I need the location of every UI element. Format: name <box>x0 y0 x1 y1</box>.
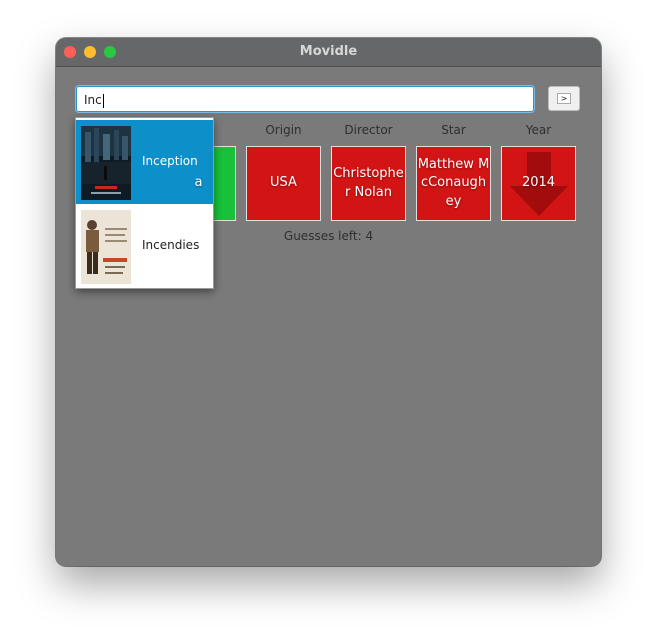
suggestion-title: Incendies <box>142 238 200 252</box>
tile-value: USA <box>270 175 297 191</box>
guess-tile-origin: USA <box>246 146 321 221</box>
tile-value: 2014 <box>521 175 556 191</box>
tile-value: a <box>194 175 203 191</box>
suggestion-title: Inception <box>142 154 198 168</box>
column-header-origin: Origin <box>265 123 302 137</box>
submit-guess-label: > <box>557 93 571 104</box>
column-header-star: Star <box>441 123 466 137</box>
submit-guess-button[interactable]: > <box>548 86 580 111</box>
suggestion-dropdown: Inception Incendies <box>75 117 214 289</box>
guess-tile-year: 2014 <box>501 146 576 221</box>
inception-poster-image <box>81 126 131 200</box>
guess-tile-star: Matthew McConaughey <box>416 146 491 221</box>
text-caret <box>102 93 104 108</box>
search-input-value: Inc <box>84 93 102 107</box>
suggestion-item-incendies[interactable]: Incendies <box>76 204 213 288</box>
suggestion-item-inception[interactable]: Inception <box>76 120 213 204</box>
guess-tile-director: Christopher Nolan <box>331 146 406 221</box>
tile-value: Matthew McConaughey <box>417 157 490 209</box>
window-title: Movidle <box>299 44 358 59</box>
tile-value: Christopher Nolan <box>333 166 404 200</box>
column-header-year: Year <box>525 123 552 137</box>
movie-search-input[interactable]: Inc <box>76 86 534 112</box>
incendies-poster-image <box>81 210 131 284</box>
title-bar: Movidle <box>56 38 601 67</box>
column-header-director: Director <box>344 123 393 137</box>
